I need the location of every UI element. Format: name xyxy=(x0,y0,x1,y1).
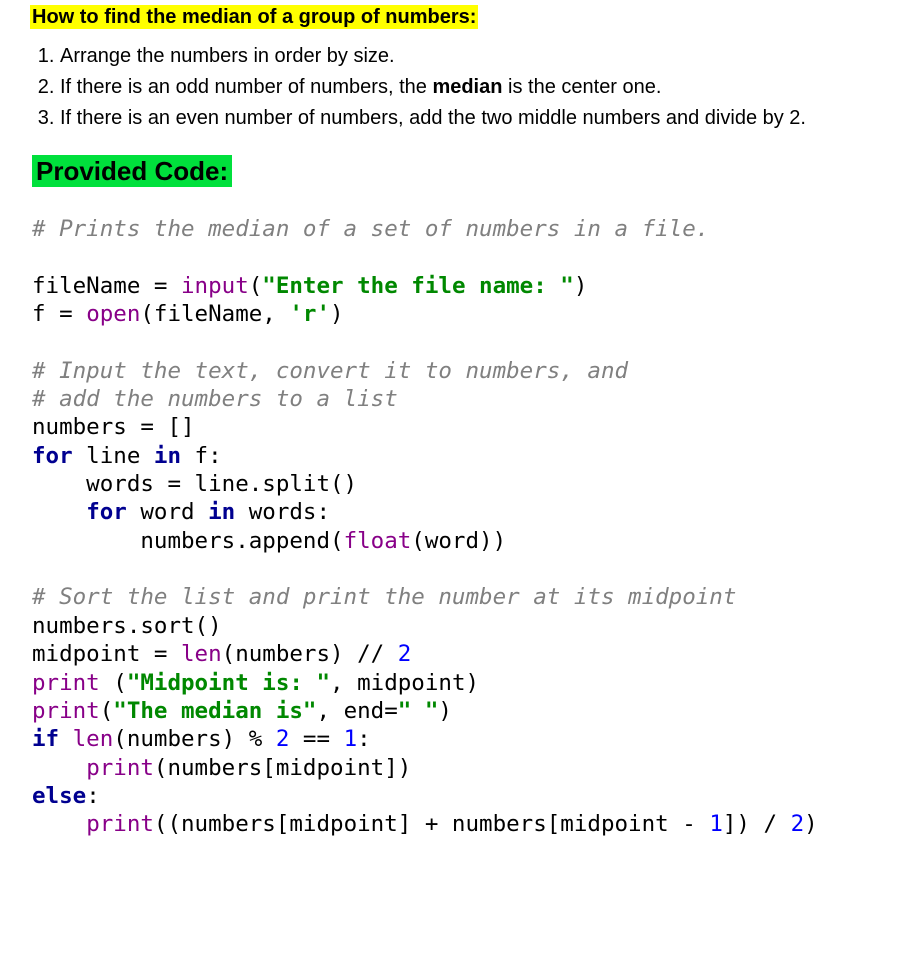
code-string: "The median is" xyxy=(113,698,316,724)
code-number: 2 xyxy=(398,641,412,667)
heading-wrap: How to find the median of a group of num… xyxy=(30,6,888,29)
code-text: : xyxy=(357,726,371,752)
code-text: ]) / xyxy=(723,811,791,837)
code-text: (numbers[midpoint]) xyxy=(154,755,411,781)
code-builtin: open xyxy=(86,301,140,327)
code-text: numbers.sort() xyxy=(32,613,222,639)
code-builtin: print xyxy=(86,811,154,837)
step-2-post: is the center one. xyxy=(502,76,661,98)
code-text: words: xyxy=(235,499,330,525)
code-text: line xyxy=(73,443,154,469)
code-number: 2 xyxy=(276,726,290,752)
code-text: ) xyxy=(804,811,818,837)
code-text: f = xyxy=(32,301,86,327)
code-keyword: in xyxy=(208,499,235,525)
median-steps: Arrange the numbers in order by size. If… xyxy=(30,43,888,132)
code-keyword: if xyxy=(32,726,59,752)
median-heading: How to find the median of a group of num… xyxy=(30,5,478,29)
code-number: 1 xyxy=(709,811,723,837)
intro-block: How to find the median of a group of num… xyxy=(0,6,918,839)
code-builtin: len xyxy=(73,726,114,752)
code-keyword: for xyxy=(32,443,73,469)
code-comment: # Sort the list and print the number at … xyxy=(32,584,736,610)
code-number: 2 xyxy=(791,811,805,837)
step-2-bold: median xyxy=(432,76,502,98)
code-text: f: xyxy=(181,443,222,469)
code-builtin: print xyxy=(32,698,100,724)
code-text xyxy=(32,755,86,781)
code-text: , midpoint) xyxy=(330,670,479,696)
code-text xyxy=(32,811,86,837)
code-text: (fileName, xyxy=(140,301,289,327)
code-text: ) xyxy=(330,301,344,327)
code-text: midpoint = xyxy=(32,641,181,667)
code-builtin: input xyxy=(181,273,249,299)
code-keyword: else xyxy=(32,783,86,809)
code-builtin: len xyxy=(181,641,222,667)
code-text: ) xyxy=(574,273,588,299)
code-text: ( xyxy=(249,273,263,299)
step-3: If there is an even number of numbers, a… xyxy=(60,105,888,132)
code-text: ( xyxy=(100,698,114,724)
code-text: fileName = xyxy=(32,273,181,299)
code-text: : xyxy=(86,783,100,809)
code-comment: # add the numbers to a list xyxy=(32,386,398,412)
code-text: (word)) xyxy=(411,528,506,554)
code-text: ((numbers[midpoint] + numbers[midpoint - xyxy=(154,811,709,837)
code-string: 'r' xyxy=(289,301,330,327)
code-keyword: for xyxy=(86,499,127,525)
code-builtin: print xyxy=(32,670,100,696)
code-text xyxy=(32,499,86,525)
step-2-pre: If there is an odd number of numbers, th… xyxy=(60,76,432,98)
code-text: word xyxy=(127,499,208,525)
step-3-text: If there is an even number of numbers, a… xyxy=(60,107,806,129)
section-heading-wrap: Provided Code: xyxy=(32,156,888,187)
code-text: == xyxy=(289,726,343,752)
step-1-text: Arrange the numbers in order by size. xyxy=(60,45,395,67)
code-string: "Enter the file name: " xyxy=(262,273,574,299)
code-builtin: print xyxy=(86,755,154,781)
step-1: Arrange the numbers in order by size. xyxy=(60,43,888,70)
code-text: words = line.split() xyxy=(32,471,357,497)
code-string: "Midpoint is: " xyxy=(127,670,330,696)
step-2: If there is an odd number of numbers, th… xyxy=(60,74,888,101)
section-heading: Provided Code: xyxy=(32,155,232,187)
code-text: , end= xyxy=(316,698,397,724)
code-comment: # Prints the median of a set of numbers … xyxy=(32,216,709,242)
code-comment: # Input the text, convert it to numbers,… xyxy=(32,358,628,384)
code-text: numbers = [] xyxy=(32,414,195,440)
code-number: 1 xyxy=(344,726,358,752)
code-keyword: in xyxy=(154,443,181,469)
code-text: numbers.append( xyxy=(32,528,344,554)
code-text: ( xyxy=(100,670,127,696)
code-string: " " xyxy=(398,698,439,724)
code-text: (numbers) % xyxy=(113,726,276,752)
code-text: ) xyxy=(438,698,452,724)
code-builtin: float xyxy=(344,528,412,554)
code-block: # Prints the median of a set of numbers … xyxy=(30,215,888,839)
code-text: (numbers) // xyxy=(222,641,398,667)
code-text xyxy=(59,726,73,752)
